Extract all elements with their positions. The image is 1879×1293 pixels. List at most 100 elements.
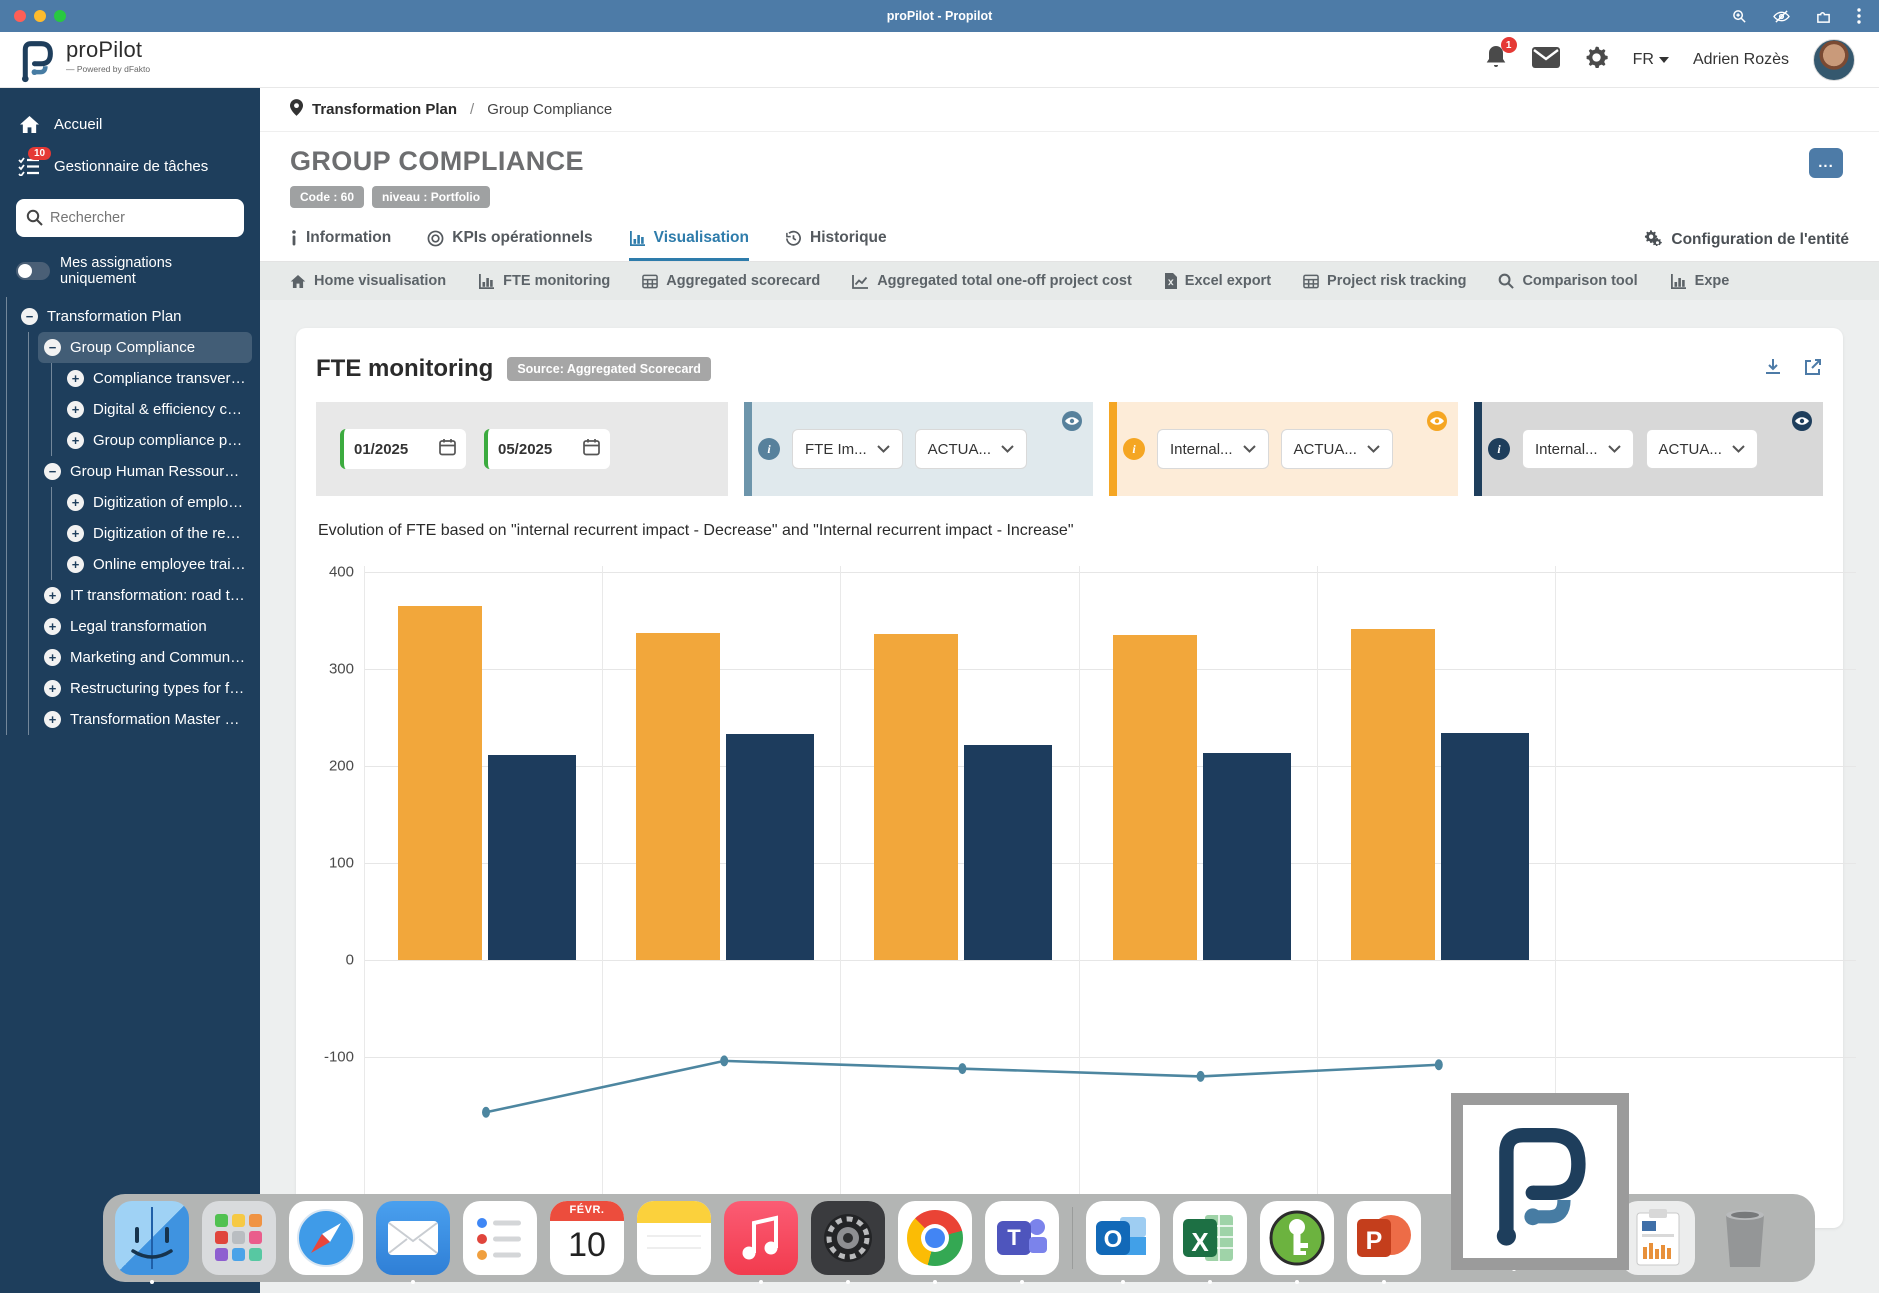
info-icon[interactable]: i [758, 438, 780, 460]
expand-icon[interactable]: + [44, 680, 61, 697]
dock-item-reminders[interactable] [463, 1201, 537, 1275]
line-point[interactable] [958, 1063, 966, 1074]
notifications-bell-icon[interactable]: 1 [1484, 44, 1508, 75]
dock-item-report[interactable] [1621, 1201, 1695, 1275]
filter-select[interactable]: ACTUA... [1281, 429, 1393, 469]
expand-icon[interactable]: + [67, 370, 84, 387]
extensions-icon[interactable] [1816, 9, 1831, 24]
breadcrumb-root[interactable]: Transformation Plan [312, 101, 457, 118]
my-assignments-toggle[interactable] [16, 262, 50, 280]
eye-off-icon[interactable] [1773, 9, 1790, 24]
more-actions-button[interactable]: ... [1809, 148, 1843, 178]
collapse-icon[interactable]: − [44, 339, 61, 356]
expand-icon[interactable]: + [67, 494, 84, 511]
filter-select[interactable]: Internal... [1522, 429, 1634, 469]
dock-item-outlook[interactable]: O [1086, 1201, 1160, 1275]
messages-envelope-icon[interactable] [1532, 47, 1560, 73]
date-from-input[interactable]: 01/2025 [340, 429, 466, 469]
dock-item-keepass[interactable] [1260, 1201, 1334, 1275]
zoom-page-icon[interactable] [1732, 9, 1747, 24]
dock-item-mail[interactable] [376, 1201, 450, 1275]
expand-icon[interactable]: + [44, 649, 61, 666]
tree-node-legal-transformation[interactable]: +Legal transformation [38, 611, 252, 642]
tree-node-transformation-plan[interactable]: −Transformation Plan [15, 301, 252, 332]
dock-item-launchpad[interactable] [202, 1201, 276, 1275]
expand-icon[interactable]: + [67, 556, 84, 573]
tree-node-group-human-ressources[interactable]: −Group Human Ressources [38, 456, 252, 487]
calendar-icon [439, 438, 456, 461]
line-point[interactable] [1435, 1059, 1443, 1070]
subtab-project-risk-tracking[interactable]: Project risk tracking [1303, 273, 1466, 289]
subtab-fte-monitoring[interactable]: FTE monitoring [478, 273, 610, 290]
tree-node-label: Digitization of the recrui... [93, 525, 246, 542]
tree-node-digital-efficiency-com[interactable]: +Digital & efficiency com... [61, 394, 252, 425]
eye-visibility-icon[interactable] [1061, 410, 1083, 432]
subtab-comparison-tool[interactable]: Comparison tool [1498, 273, 1637, 289]
dock-item-finder[interactable] [115, 1201, 189, 1275]
tab-kpis-op-rationnels[interactable]: KPIs opérationnels [427, 218, 592, 261]
date-to-input[interactable]: 05/2025 [484, 429, 610, 469]
line-point[interactable] [720, 1055, 728, 1066]
expand-icon[interactable]: + [44, 618, 61, 635]
tree-node-marketing-and-communica[interactable]: +Marketing and Communica... [38, 642, 252, 673]
dock-item-notes[interactable] [637, 1201, 711, 1275]
line-point[interactable] [482, 1107, 490, 1118]
tree-node-group-compliance-progr[interactable]: +Group compliance progr... [61, 425, 252, 456]
filter-select[interactable]: ACTUA... [915, 429, 1027, 469]
collapse-icon[interactable]: − [44, 463, 61, 480]
expand-icon[interactable]: + [67, 432, 84, 449]
avatar[interactable] [1813, 39, 1855, 81]
line-point[interactable] [1197, 1071, 1205, 1082]
eye-visibility-icon[interactable] [1791, 410, 1813, 432]
tree-node-restructuring-types-for-firms[interactable]: +Restructuring types for firms [38, 673, 252, 704]
dock-item-calendar[interactable]: FÉVR.10 [550, 1201, 624, 1275]
expand-icon[interactable]: + [67, 525, 84, 542]
dock-item-trash[interactable] [1708, 1201, 1782, 1275]
entity-config-label: Configuration de l'entité [1671, 231, 1849, 249]
subtab-expe[interactable]: Expe [1670, 273, 1730, 290]
entity-config-button[interactable]: Configuration de l'entité [1643, 229, 1849, 251]
tab-historique[interactable]: Historique [785, 218, 887, 261]
propilot-logo[interactable]: proPilot — Powered by dFakto [16, 37, 150, 83]
dock-item-powerpoint[interactable]: P [1347, 1201, 1421, 1275]
download-icon[interactable] [1763, 357, 1783, 382]
search-input[interactable] [16, 199, 244, 237]
tree-node-transformation-master-pla[interactable]: +Transformation Master Pla... [38, 704, 252, 735]
tab-information[interactable]: Information [290, 218, 391, 261]
dock-item-excel[interactable]: X [1173, 1201, 1247, 1275]
sidebar-item-accueil[interactable]: Accueil [0, 104, 260, 145]
collapse-icon[interactable]: − [21, 308, 38, 325]
tree-node-it-transformation-road-to[interactable]: +IT transformation: road to ... [38, 580, 252, 611]
dock-item-safari[interactable] [289, 1201, 363, 1275]
language-selector[interactable]: FR [1633, 51, 1669, 69]
subtab-excel-export[interactable]: Excel export [1164, 273, 1271, 289]
tree-node-digitization-of-the-recrui[interactable]: + Digitization of the recrui... [61, 518, 252, 549]
expand-icon[interactable]: + [67, 401, 84, 418]
subtab-aggregated-scorecard[interactable]: Aggregated scorecard [642, 273, 820, 289]
eye-visibility-icon[interactable] [1426, 410, 1448, 432]
tab-visualisation[interactable]: Visualisation [629, 218, 749, 261]
settings-gear-icon[interactable] [1584, 45, 1609, 75]
sidebar-item-task-manager[interactable]: 10 Gestionnaire de tâches [0, 145, 260, 187]
y-axis-label: 0 [316, 952, 354, 969]
dock-item-system-settings[interactable] [811, 1201, 885, 1275]
tree-node-group-compliance[interactable]: −Group Compliance [38, 332, 252, 363]
info-icon[interactable]: i [1488, 438, 1510, 460]
filter-group-3: i Internal... ACTUA... [1474, 402, 1823, 496]
external-link-icon[interactable] [1803, 357, 1823, 382]
dock-item-teams[interactable]: T [985, 1201, 1059, 1275]
subtab-home-visualisation[interactable]: Home visualisation [290, 273, 446, 289]
filter-select[interactable]: Internal... [1157, 429, 1269, 469]
expand-icon[interactable]: + [44, 587, 61, 604]
info-icon[interactable]: i [1123, 438, 1145, 460]
subtab-aggregated-total-one-off-project-cost[interactable]: Aggregated total one-off project cost [852, 273, 1132, 289]
filter-select[interactable]: FTE Im... [792, 429, 903, 469]
browser-menu-icon[interactable] [1857, 8, 1861, 24]
tree-node-compliance-transversal[interactable]: +Compliance transversal ... [61, 363, 252, 394]
expand-icon[interactable]: + [44, 711, 61, 728]
dock-item-chrome[interactable] [898, 1201, 972, 1275]
tree-node-online-employee-trainin[interactable]: +Online employee trainin... [61, 549, 252, 580]
filter-select[interactable]: ACTUA... [1646, 429, 1758, 469]
dock-item-music[interactable] [724, 1201, 798, 1275]
tree-node-digitization-of-employee[interactable]: +Digitization of employee... [61, 487, 252, 518]
